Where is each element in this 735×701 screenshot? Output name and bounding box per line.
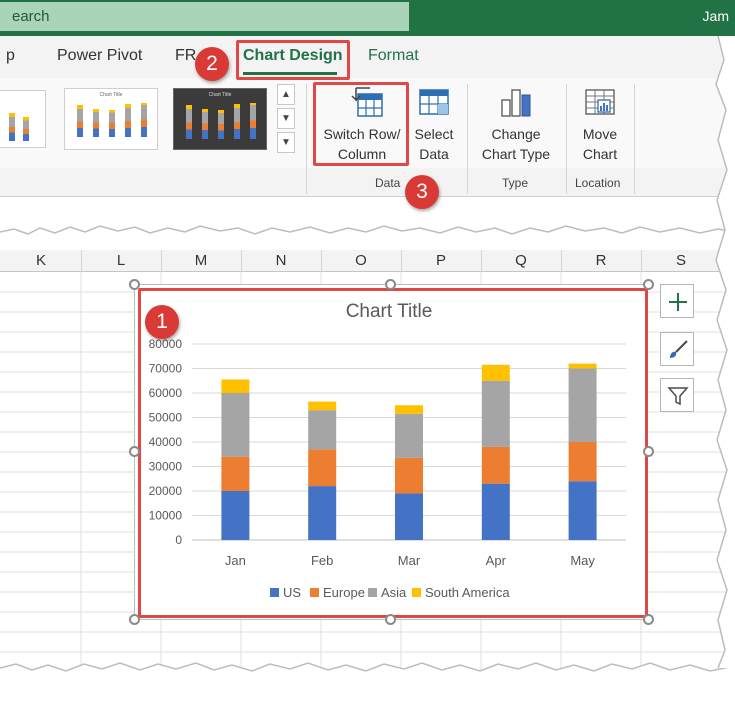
group-label-type: Type (502, 176, 529, 190)
chart-elements-button[interactable] (660, 284, 694, 318)
resize-handle-left[interactable] (129, 446, 140, 457)
column-separator (561, 250, 562, 272)
chart-filters-button[interactable] (660, 378, 694, 412)
column-separator (321, 250, 322, 272)
chart-style-thumb-1[interactable] (0, 90, 46, 148)
chart-style-thumb-3-title: Chart Title (208, 92, 232, 98)
select-data-label-1: Select (414, 126, 454, 142)
step-badge-1: 1 (145, 305, 179, 339)
move-chart-label-1: Move (582, 126, 618, 142)
column-header-s[interactable]: S (671, 252, 691, 269)
change-chart-type-button[interactable]: Change Chart Type (474, 86, 558, 164)
step-badge-2: 2 (195, 47, 229, 81)
column-header-l[interactable]: L (111, 252, 131, 269)
tab-help[interactable]: p (6, 47, 15, 65)
ribbon-separator (306, 84, 307, 194)
column-separator (81, 250, 82, 272)
select-data-icon (419, 89, 449, 115)
column-separator (241, 250, 242, 272)
column-header-m[interactable]: M (191, 252, 211, 269)
resize-handle-right[interactable] (643, 446, 654, 457)
select-data-label-2: Data (419, 146, 449, 162)
ribbon-separator (566, 84, 567, 194)
column-header-k[interactable]: K (31, 252, 51, 269)
title-bar: earch Jam (0, 0, 735, 36)
resize-handle-top[interactable] (385, 279, 396, 290)
column-header-o[interactable]: O (351, 252, 371, 269)
ribbon-separator (467, 84, 468, 194)
column-separator (401, 250, 402, 272)
excel-window: earch Jam p Power Pivot FR Chart Design … (0, 0, 735, 701)
user-name[interactable]: Jam (703, 8, 729, 24)
resize-handle-bottom[interactable] (385, 614, 396, 625)
chart-design-tab-highlight (236, 40, 350, 80)
ribbon-tabs: p Power Pivot FR Chart Design Format (0, 36, 735, 78)
group-label-location: Location (575, 176, 621, 190)
resize-handle-bottom-right[interactable] (643, 614, 654, 625)
change-chart-type-label-1: Change (491, 126, 541, 142)
formula-area (0, 196, 735, 244)
filter-icon (667, 387, 689, 406)
column-separator (481, 250, 482, 272)
resize-handle-top-right[interactable] (643, 279, 654, 290)
gallery-scroll-up-icon[interactable]: ▲ (277, 84, 295, 105)
resize-handle-bottom-left[interactable] (129, 614, 140, 625)
tab-format[interactable]: Format (368, 47, 419, 65)
group-label-data: Data (375, 176, 401, 190)
column-separator (641, 250, 642, 272)
change-chart-type-label-2: Chart Type (481, 146, 551, 162)
tab-power-pivot[interactable]: Power Pivot (57, 47, 142, 65)
step-badge-3: 3 (405, 175, 439, 209)
column-separator (161, 250, 162, 272)
resize-handle-top-left[interactable] (129, 279, 140, 290)
chart-highlight-box (138, 288, 648, 618)
switch-row-column-highlight (313, 82, 409, 166)
chart-style-thumb-3[interactable]: Chart Title (173, 88, 267, 150)
chart-style-thumb-2-title: Chart Title (99, 92, 123, 98)
brush-icon (670, 340, 688, 358)
plus-icon (669, 293, 687, 311)
select-data-button[interactable]: Select Data (408, 86, 460, 164)
change-chart-type-icon (501, 89, 531, 117)
gallery-scroll-down-icon[interactable]: ▼ (277, 108, 295, 129)
chart-styles-button[interactable] (660, 332, 694, 366)
column-header-r[interactable]: R (591, 252, 611, 269)
ribbon-bottom-border (0, 196, 735, 197)
column-header-q[interactable]: Q (511, 252, 531, 269)
move-chart-label-2: Chart (582, 146, 618, 162)
column-header-n[interactable]: N (271, 252, 291, 269)
search-box-text: earch (12, 8, 50, 25)
chart-style-thumb-2[interactable]: Chart Title (64, 88, 158, 150)
column-header-p[interactable]: P (431, 252, 451, 269)
move-chart-icon (585, 89, 615, 115)
move-chart-button[interactable]: Move Chart (572, 86, 628, 164)
tab-fr[interactable]: FR (175, 47, 196, 65)
gallery-more-icon[interactable]: ▼ (277, 132, 295, 153)
ribbon-separator (634, 84, 635, 194)
search-box[interactable]: earch (0, 2, 409, 31)
